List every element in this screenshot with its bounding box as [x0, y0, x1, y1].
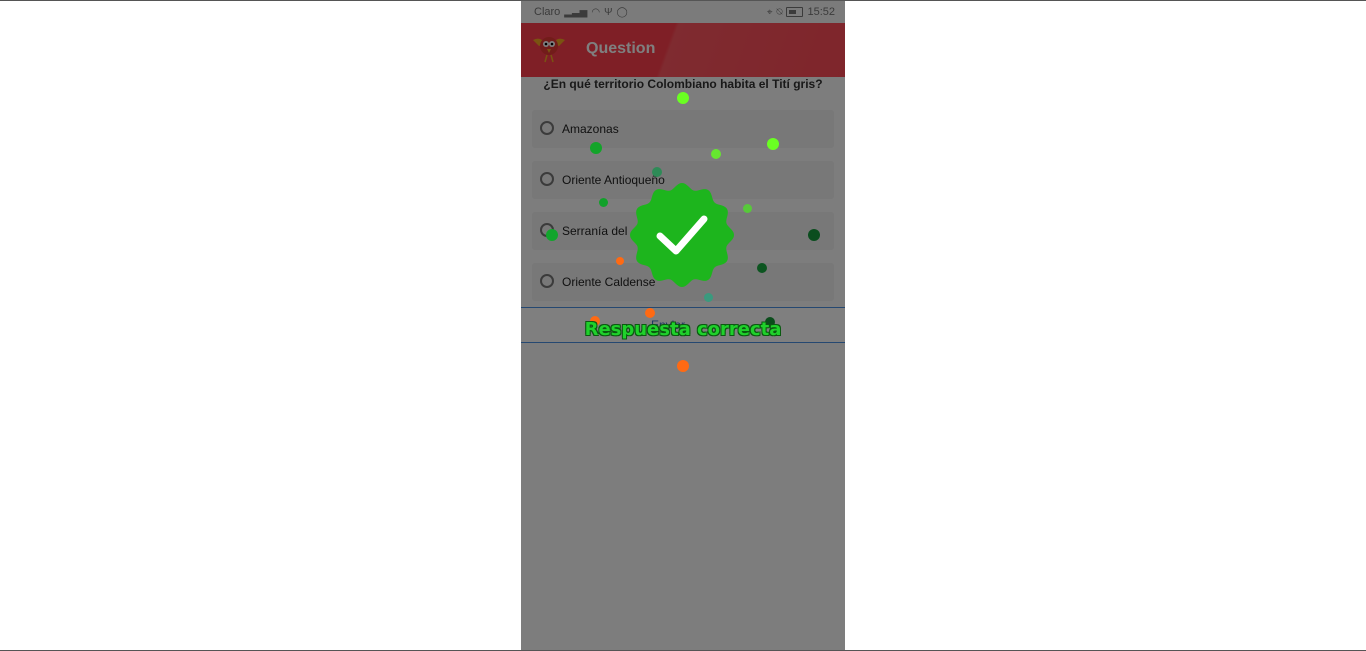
phone-screen: Claro ▂▃▅ ◠ Ψ ◯ ⌖ ⍉ 15:52 Question ¿En q… — [521, 1, 845, 650]
confetti-dot — [677, 360, 689, 372]
confetti-dot — [590, 142, 602, 154]
check-badge-icon — [630, 183, 734, 287]
confetti-dot — [652, 167, 662, 177]
confetti-dot — [767, 138, 779, 150]
confetti-dot — [743, 204, 752, 213]
confetti-dot — [546, 229, 558, 241]
confetti-dot — [757, 263, 767, 273]
confetti-dot — [711, 149, 721, 159]
confetti-dot — [677, 92, 689, 104]
confetti-dot — [599, 198, 608, 207]
confetti-dot — [704, 293, 713, 302]
confetti-dot — [616, 257, 624, 265]
result-message: Respuesta correcta — [584, 319, 782, 340]
confetti-dot — [645, 308, 655, 318]
confetti-dot — [808, 229, 820, 241]
